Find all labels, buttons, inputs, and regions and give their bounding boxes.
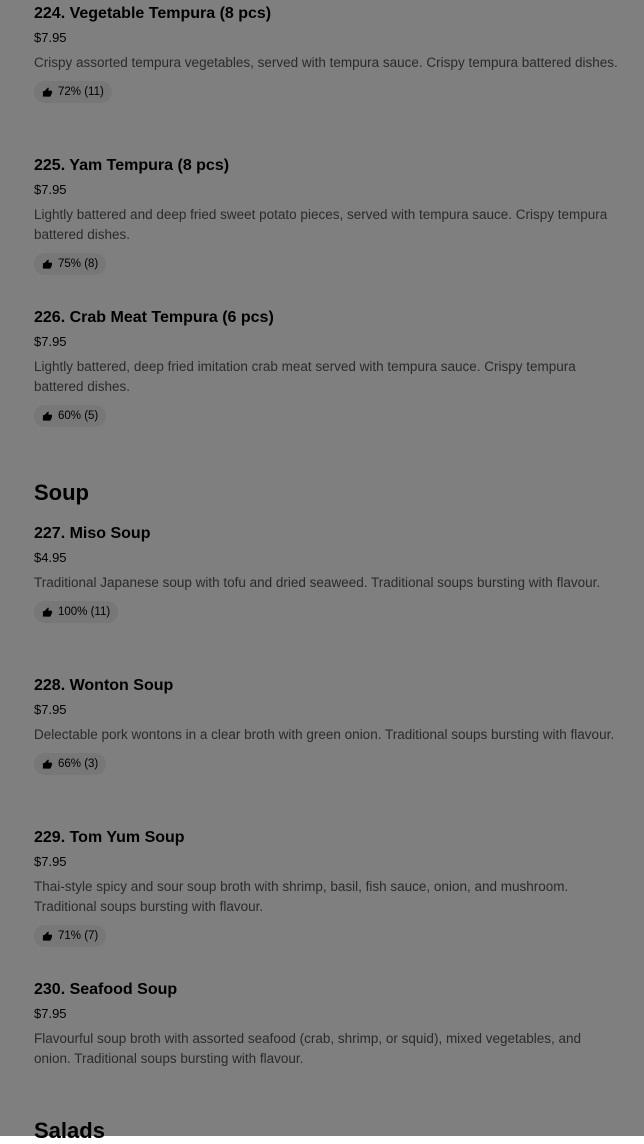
modal-backdrop-overlay[interactable] [0, 0, 644, 1136]
menu-page: 224. Vegetable Tempura (8 pcs) $7.95 Cri… [0, 0, 644, 1143]
